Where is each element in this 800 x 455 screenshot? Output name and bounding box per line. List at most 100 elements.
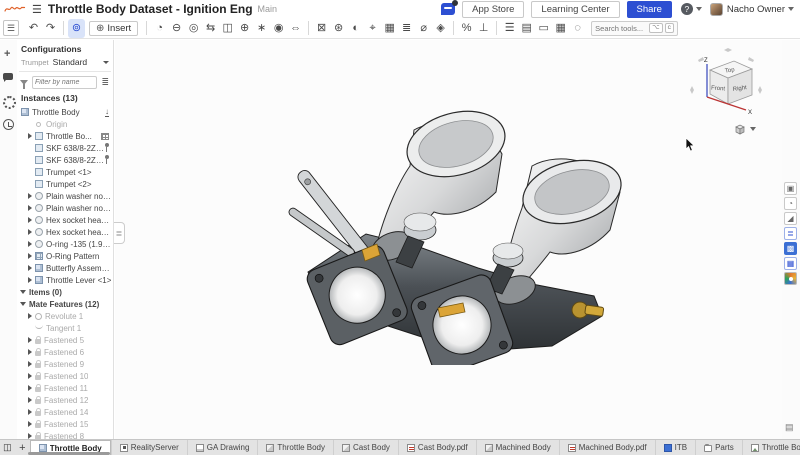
document-tab[interactable]: Cast Body.pdf [398,440,476,455]
config-caret-icon[interactable] [103,61,109,64]
revolute-mate-icon[interactable]: ◎ [185,19,202,38]
search-tools-input[interactable] [595,24,647,33]
display-states-icon[interactable]: ◐ [347,19,364,38]
pattern-icon[interactable]: ▦ [381,19,398,38]
assembly-tree-toggle[interactable]: ☰ [3,20,19,36]
bom-icon[interactable]: ≣ [398,19,415,38]
app-store-button[interactable]: App Store [462,1,524,18]
instance-row[interactable]: SKF 638/8-2Z ... [19,142,113,154]
instance-row[interactable]: Hex socket head cap s... [19,226,113,238]
share-button[interactable]: Share [627,1,672,18]
user-menu-caret-icon[interactable] [788,7,794,11]
follow-mode-icon[interactable] [0,47,17,63]
help-icon[interactable]: ? [681,3,693,15]
filter-funnel-icon[interactable] [20,80,28,85]
calendar-app-icon[interactable]: ▦ [784,257,797,270]
expand-chevron-icon[interactable] [28,385,32,391]
panel-resize-handle[interactable]: ≣ [114,222,125,244]
instance-row[interactable]: Plain washer normal g... [19,202,113,214]
filter-input[interactable] [32,76,97,89]
collapse-chevron[interactable] [20,302,26,306]
group-icon[interactable]: ⊠ [313,19,330,38]
view-cube[interactable]: Top Front Right Z X [688,48,764,122]
mate-feature-row[interactable]: Fastened 5 [19,334,113,346]
cube-face-front[interactable]: Front [711,86,726,93]
config-value-select[interactable]: Standard [53,57,103,67]
documentation-book-icon[interactable]: ▤ [785,422,794,433]
variables-icon[interactable]: % [458,19,475,38]
settings-gear-icon[interactable] [0,93,17,109]
instance-row[interactable]: Plain washer normal g... [19,190,113,202]
expand-chevron-icon[interactable] [28,241,32,247]
bom-panel-icon[interactable]: ▣ [784,182,797,195]
instance-row[interactable]: Trumpet <1> [19,166,113,178]
assembly-root-row[interactable]: Throttle Body ↓ [19,106,113,118]
mate-feature-row[interactable]: Fastened 15 [19,418,113,430]
instance-row[interactable]: SKF 638/8-2Z ... [19,154,113,166]
instance-row[interactable]: O-ring -135 (1.925 x 0... [19,238,113,250]
configuration-row[interactable]: Trumpet Standard [21,57,113,67]
list-options-icon[interactable]: ≣ [101,77,109,88]
pin-slot-mate-icon[interactable]: ∗ [253,19,270,38]
mate-feature-row[interactable]: Tangent 1 [19,322,113,334]
mate-feature-row[interactable]: Fastened 10 [19,370,113,382]
3d-viewport[interactable]: Top Front Right Z X [115,40,782,439]
history-clock-icon[interactable] [0,116,17,132]
expand-chevron-icon[interactable] [28,205,32,211]
select-tool-icon[interactable]: ⊚ [68,19,85,38]
mate-feature-row[interactable]: Fastened 14 [19,406,113,418]
comments-panel-icon[interactable] [0,70,17,86]
expand-chevron-icon[interactable] [28,397,32,403]
redo-icon[interactable]: ↷ [42,19,59,38]
learning-center-button[interactable]: Learning Center [531,1,619,18]
search-tools-box[interactable]: ⌥ c [591,21,678,36]
fastened-mate-icon[interactable]: ⊖ [168,19,185,38]
undo-icon[interactable]: ↶ [25,19,42,38]
expand-chevron-icon[interactable] [28,253,32,259]
stamp-icon[interactable]: ☰ [501,19,518,38]
document-tab[interactable]: Machined Body [476,440,559,455]
drawer-icon[interactable]: ▭ [535,19,552,38]
pin-badge-icon[interactable] [104,143,109,153]
instance-row[interactable]: Origin [19,118,113,130]
document-tab[interactable]: Throttle Body Renderin... [742,440,800,455]
in-context-download-icon[interactable]: ↓ [105,108,109,117]
insert-button[interactable]: ⊕ Insert [89,21,138,36]
versions-panel-icon[interactable]: ◔ [784,197,797,210]
grid-badge-icon[interactable] [101,133,109,140]
sheet-icon[interactable]: ▦ [552,19,569,38]
expand-chevron-icon[interactable] [28,421,32,427]
expand-chevron-icon[interactable] [28,337,32,343]
integration-app-icon[interactable]: ▩ [784,242,797,255]
instance-row[interactable]: Butterfly Assembly <1> [19,262,113,274]
find-icon[interactable]: ◌ [569,19,586,38]
mate-feature-row[interactable]: Fastened 9 [19,358,113,370]
view-options-caret-icon[interactable] [750,127,756,131]
mate-feature-row[interactable]: Fastened 11 [19,382,113,394]
expand-chevron-icon[interactable] [28,409,32,415]
help-caret-icon[interactable] [696,7,702,11]
items-section-header[interactable]: Items (0) [19,286,113,298]
throttle-body-model[interactable] [270,100,640,365]
expand-chevron-icon[interactable] [28,193,32,199]
anchor-icon[interactable]: ⊥ [475,19,492,38]
clock-icon[interactable]: ◔ [151,19,168,38]
workspace-name[interactable]: Main [258,4,278,14]
appearance-icon[interactable]: ◈ [432,19,449,38]
cylindrical-mate-icon[interactable]: ⊕ [236,19,253,38]
expand-chevron-icon[interactable] [28,313,32,319]
main-menu-icon[interactable]: ☰ [32,3,42,16]
expand-chevron-icon[interactable] [28,277,32,283]
expand-chevron-icon[interactable] [28,265,32,271]
instance-row[interactable]: Hex socket head cap s... [19,214,113,226]
document-tab[interactable]: ITB [655,440,695,455]
instance-row[interactable]: O-Ring Pattern [19,250,113,262]
expand-chevron-icon[interactable] [28,229,32,235]
document-tab[interactable]: GA Drawing [187,440,258,455]
slider-mate-icon[interactable]: ⇆ [202,19,219,38]
lifecycle-app-icon[interactable] [784,272,797,285]
measure-icon[interactable]: ⌀ [415,19,432,38]
mate-feature-row[interactable]: Fastened 6 [19,346,113,358]
instance-row[interactable]: Trumpet <2> [19,178,113,190]
user-avatar[interactable] [710,3,723,16]
